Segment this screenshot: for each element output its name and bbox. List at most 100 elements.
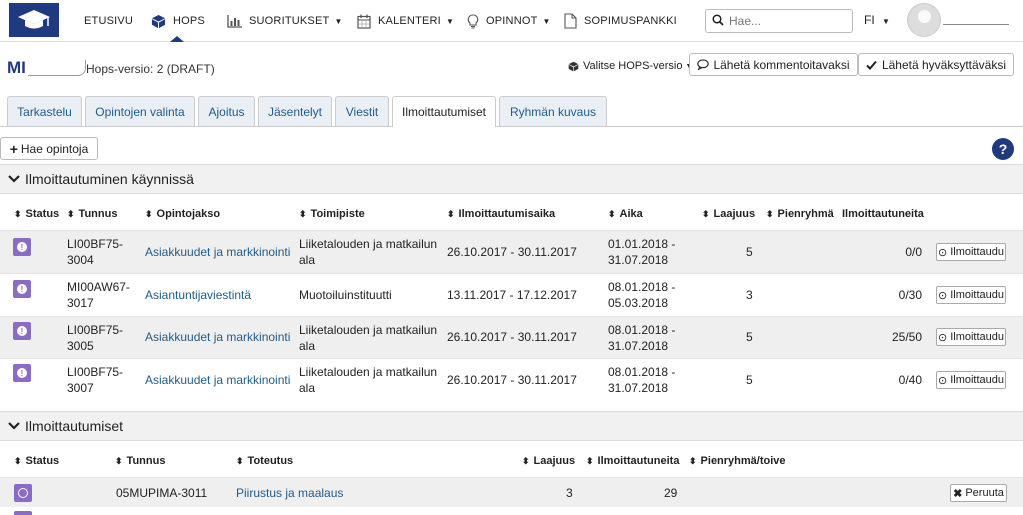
sort-icon: ⬍ bbox=[522, 455, 530, 466]
caret-down-icon: ▼ bbox=[445, 16, 455, 26]
caret-down-icon: ▼ bbox=[882, 17, 890, 26]
tunnus-cell: 05MUPIMA-3011 bbox=[116, 486, 208, 500]
sort-icon: ⬍ bbox=[67, 208, 75, 219]
ilmoittaudu-button[interactable]: ⊙ Ilmoittaudu bbox=[936, 328, 1006, 346]
aika-cell: 01.01.2018 -31.07.2018 bbox=[608, 237, 676, 267]
toimipiste-cell: Liiketalouden ja matkailun ala bbox=[299, 237, 438, 267]
column-header-tunnus[interactable]: ⬍ Tunnus bbox=[115, 455, 165, 467]
tab-ajoitus[interactable]: Ajoitus bbox=[198, 96, 255, 126]
check-icon bbox=[866, 60, 877, 70]
status-icon-partial bbox=[14, 511, 32, 515]
ilmoittautumisaika-cell: 26.10.2017 - 30.11.2017 bbox=[447, 245, 577, 259]
ilmoittautuneita-cell: 0/30 bbox=[898, 288, 922, 302]
nav-suoritukset[interactable]: SUORITUKSET ▼ bbox=[227, 0, 343, 42]
column-header-ilmoittautuneita[interactable]: ⬍ Ilmoittautuneita bbox=[586, 455, 679, 467]
document-icon bbox=[564, 13, 577, 29]
ilmoittaudu-button[interactable]: ⊙ Ilmoittaudu bbox=[936, 243, 1006, 261]
opintojakso-link[interactable]: Asiantuntijaviestintä bbox=[145, 287, 251, 303]
tab-tarkastelu[interactable]: Tarkastelu bbox=[7, 96, 82, 126]
column-header-ilmoittautumisaika[interactable]: ⬍ Ilmoittautumisaika bbox=[447, 208, 555, 220]
peruuta-button[interactable]: ✖ Peruuta bbox=[950, 484, 1007, 502]
table-row: ! LI00BF75- 3007 Asiakkuudet ja markkinoi… bbox=[0, 358, 1023, 401]
column-header-ilmoittautuneita: Ilmoittautuneita bbox=[842, 208, 924, 220]
chevron-down-icon bbox=[8, 175, 20, 183]
table-row: ! LI00BF75- 3004 Asiakkuudet ja markkinoi… bbox=[0, 230, 1023, 273]
tab-bar: Tarkastelu Opintojen valinta Ajoitus Jäs… bbox=[0, 96, 1023, 127]
sort-icon: ⬍ bbox=[145, 208, 153, 219]
arrow-circle-icon: ⊙ bbox=[937, 331, 948, 344]
tunnus-cell: MI00AW67- 3017 bbox=[67, 280, 130, 310]
column-header-opintojakso[interactable]: ⬍ Opintojakso bbox=[145, 208, 220, 220]
help-icon[interactable]: ? bbox=[992, 138, 1014, 160]
search-box bbox=[705, 9, 853, 33]
ilmoittaudu-button[interactable]: ⊙ Ilmoittaudu bbox=[936, 286, 1006, 304]
opintojakso-link[interactable]: Asiakkuudet ja markkinointi bbox=[145, 329, 290, 345]
ilmoittautumisaika-cell: 26.10.2017 - 30.11.2017 bbox=[447, 373, 577, 387]
toimipiste-cell: Muotoiluinstituutti bbox=[299, 288, 392, 302]
opintojakso-link[interactable]: Asiakkuudet ja markkinointi bbox=[145, 372, 290, 388]
arrow-circle-icon: ⊙ bbox=[937, 246, 948, 259]
table-row: 05MUPIMA-3011 Piirustus ja maalaus 3 29 … bbox=[0, 477, 1023, 507]
sort-icon: ⬍ bbox=[608, 208, 616, 219]
nav-sopimuspankki[interactable]: SOPIMUSPANKKI bbox=[564, 0, 677, 42]
status-pending-icon: ! bbox=[13, 280, 31, 298]
send-comment-button[interactable]: Lähetä kommentoitavaksi bbox=[689, 53, 858, 76]
sort-icon: ⬍ bbox=[14, 455, 22, 466]
tab-ryhman-kuvaus[interactable]: Ryhmän kuvaus bbox=[499, 96, 607, 126]
toimipiste-cell: Liiketalouden ja matkailun ala bbox=[299, 365, 438, 395]
aika-cell: 08.01.2018 -05.03.2018 bbox=[608, 280, 676, 310]
toimipiste-cell: Liiketalouden ja matkailun ala bbox=[299, 323, 438, 353]
bar-chart-icon bbox=[227, 14, 242, 28]
column-header-tunnus[interactable]: ⬍ Tunnus bbox=[67, 208, 117, 220]
redacted-username[interactable] bbox=[943, 13, 1009, 25]
laajuus-cell: 5 bbox=[746, 330, 753, 344]
section-header-ilmoittautuminen-kaynnissa[interactable]: Ilmoittautuminen käynnissä bbox=[0, 164, 1023, 194]
select-hops-version-dropdown[interactable]: Valitse HOPS-versio ▼ bbox=[568, 60, 692, 72]
ilmoittaudu-button[interactable]: ⊙ Ilmoittaudu bbox=[936, 371, 1006, 389]
status-pending-icon: ! bbox=[13, 238, 31, 256]
laajuus-cell: 3 bbox=[566, 486, 573, 500]
lightbulb-icon bbox=[467, 13, 479, 29]
tab-viestit[interactable]: Viestit bbox=[335, 96, 389, 126]
language-selector[interactable]: FI ▼ bbox=[864, 13, 890, 27]
tab-jasentelyt[interactable]: Jäsentelyt bbox=[258, 96, 332, 126]
column-header-laajuus[interactable]: ⬍ Laajuus bbox=[702, 208, 755, 220]
toteutus-link[interactable]: Piirustus ja maalaus bbox=[236, 485, 343, 501]
status-pending-icon: ! bbox=[13, 364, 31, 382]
opintojakso-link[interactable]: Asiakkuudet ja markkinointi bbox=[145, 244, 290, 260]
arrow-circle-icon: ⊙ bbox=[937, 289, 948, 302]
section-header-ilmoittautumiset[interactable]: Ilmoittautumiset bbox=[0, 411, 1023, 441]
column-header-laajuus[interactable]: ⬍ Laajuus bbox=[522, 455, 575, 467]
aika-cell: 08.01.2018 -31.07.2018 bbox=[608, 365, 676, 395]
graduation-cap-icon[interactable] bbox=[9, 3, 59, 37]
status-pending-icon: ! bbox=[13, 322, 31, 340]
nav-etusivu[interactable]: ETUSIVU bbox=[84, 0, 133, 42]
active-nav-indicator bbox=[170, 36, 184, 42]
column-header-aika[interactable]: ⬍ Aika bbox=[608, 208, 643, 220]
tab-ilmoittautumiset[interactable]: Ilmoittautumiset bbox=[392, 96, 496, 127]
hae-opintoja-button[interactable]: + Hae opintoja bbox=[0, 137, 98, 160]
column-header-status[interactable]: ⬍ Status bbox=[14, 208, 59, 220]
laajuus-cell: 3 bbox=[746, 288, 753, 302]
search-input[interactable] bbox=[729, 14, 849, 28]
caret-down-icon: ▼ bbox=[334, 16, 343, 26]
redacted-name bbox=[28, 60, 86, 76]
column-header-pienryhma[interactable]: ⬍ Pienryhmä bbox=[766, 208, 834, 220]
column-header-toimipiste[interactable]: ⬍ Toimipiste bbox=[299, 208, 365, 220]
nav-opinnot[interactable]: OPINNOT ▼ bbox=[467, 0, 551, 42]
tab-opintojen-valinta[interactable]: Opintojen valinta bbox=[85, 96, 195, 126]
column-header-status[interactable]: ⬍ Status bbox=[14, 455, 59, 467]
ilmoittautumisaika-cell: 13.11.2017 - 17.12.2017 bbox=[447, 288, 577, 302]
cube-icon bbox=[568, 61, 579, 72]
column-header-pienryhma-toive[interactable]: ⬍ Pienryhmä/toive bbox=[689, 455, 786, 467]
nav-kalenteri[interactable]: KALENTERI ▼ bbox=[357, 0, 454, 42]
avatar[interactable] bbox=[907, 3, 941, 37]
column-header-toteutus[interactable]: ⬍ Toteutus bbox=[236, 455, 293, 467]
plus-icon: + bbox=[9, 140, 18, 157]
table-row: ! MI00AW67- 3017 Asiantuntijaviestintä Mu… bbox=[0, 273, 1023, 316]
sort-icon: ⬍ bbox=[299, 208, 307, 219]
ilmoittautuneita-cell: 29 bbox=[664, 486, 678, 500]
send-approval-button[interactable]: Lähetä hyväksyttäväksi bbox=[858, 53, 1014, 76]
ilmoittautuneita-cell: 25/50 bbox=[891, 330, 922, 344]
table-row: ! LI00BF75- 3005 Asiakkuudet ja markkinoi… bbox=[0, 316, 1023, 358]
